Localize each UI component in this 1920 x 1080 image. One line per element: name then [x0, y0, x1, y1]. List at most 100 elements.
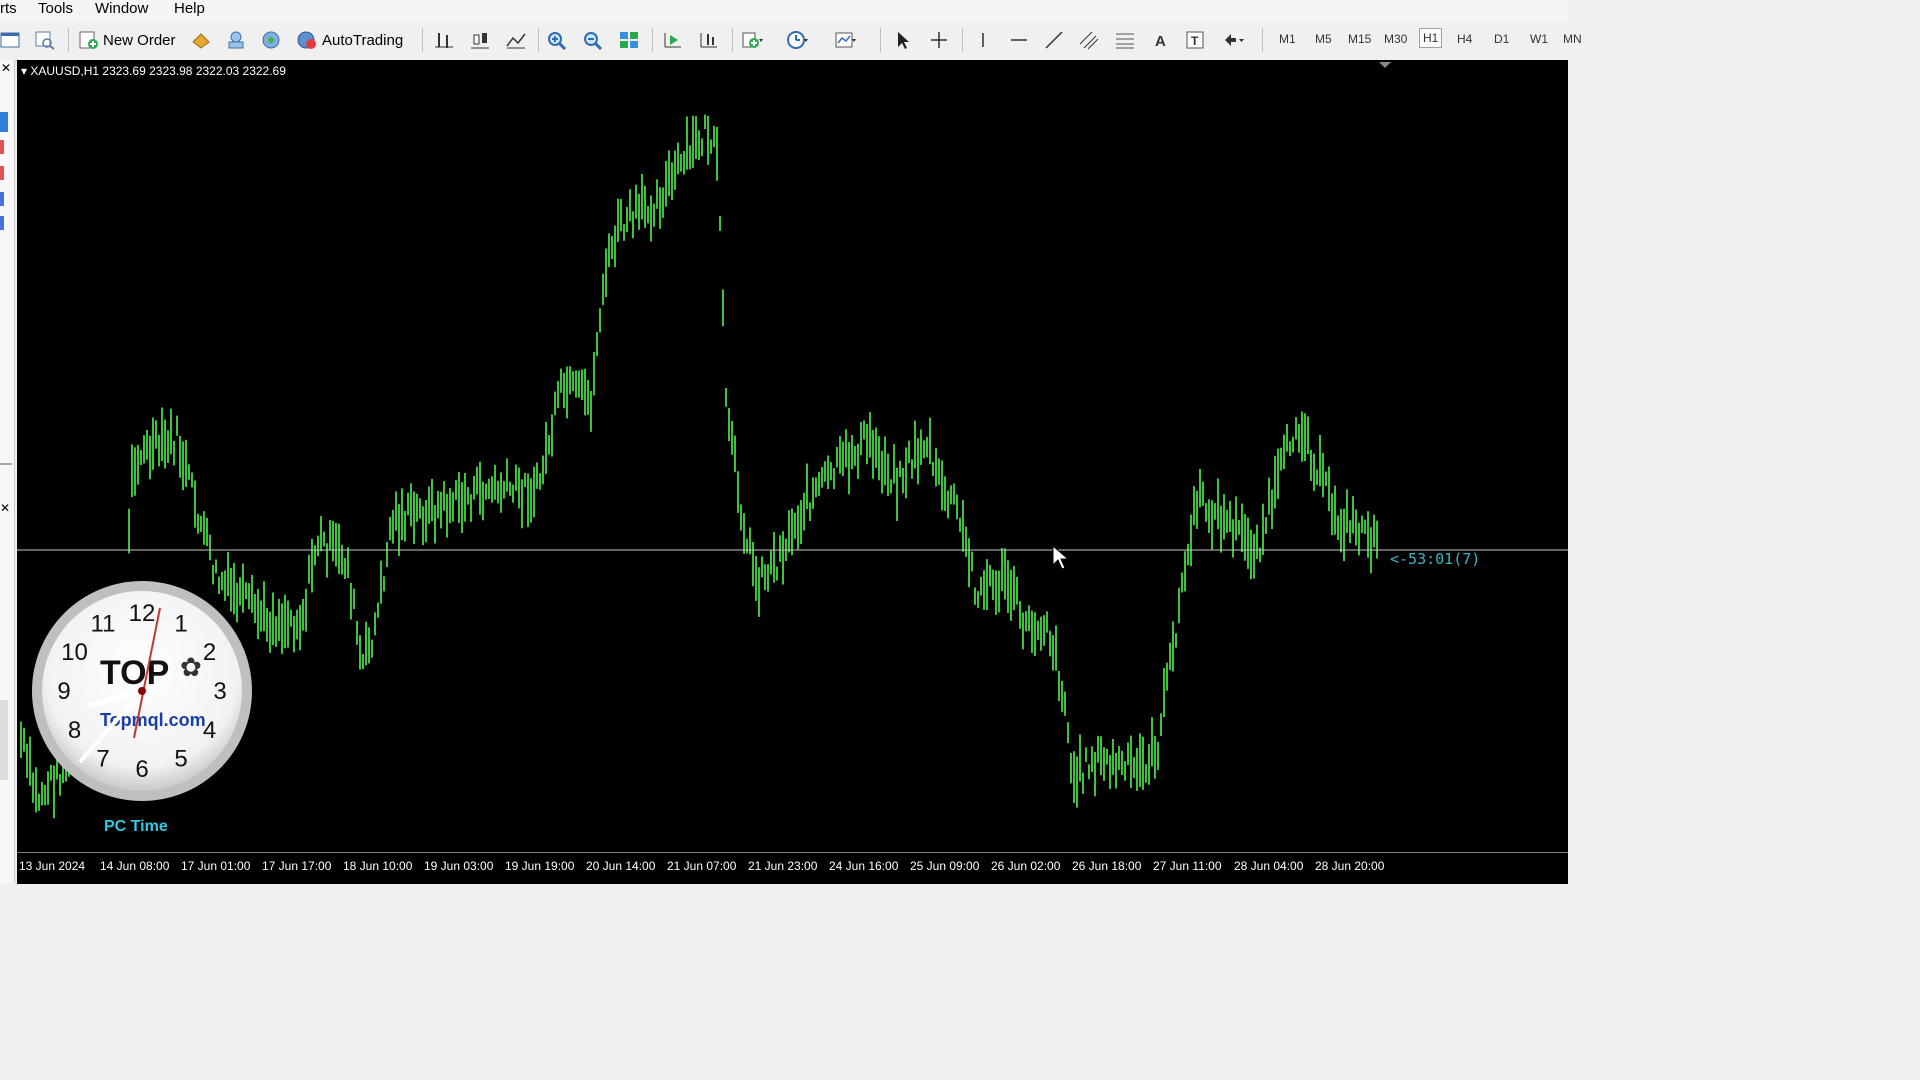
- clock-number: 3: [213, 678, 226, 705]
- timeframe-m15[interactable]: M15: [1348, 32, 1371, 46]
- tile-windows-icon[interactable]: [618, 30, 640, 50]
- chart-shift-marker-icon[interactable]: [1379, 62, 1391, 68]
- timeframe-w1[interactable]: W1: [1530, 32, 1548, 46]
- time-axis-label: 21 Jun 07:00: [667, 859, 737, 873]
- text-label-icon[interactable]: T: [1185, 30, 1207, 50]
- bar-chart-icon[interactable]: [433, 30, 455, 50]
- timeframe-h4[interactable]: H4: [1457, 32, 1472, 46]
- toolbar-separator: [538, 28, 539, 52]
- menu-charts[interactable]: rts: [0, 0, 17, 18]
- timeframe-h1[interactable]: H1: [1419, 28, 1443, 48]
- fibonacci-icon[interactable]: [1114, 30, 1136, 50]
- market-watch-panel-edge[interactable]: ✕ ✕: [0, 60, 15, 883]
- toolbar-separator: [880, 28, 881, 52]
- horizontal-line-icon[interactable]: [1008, 30, 1030, 50]
- panel-edge-markers: ✕ ✕: [0, 61, 12, 780]
- time-axis-label: 21 Jun 23:00: [748, 859, 818, 873]
- time-axis-label: 27 Jun 11:00: [1153, 859, 1222, 873]
- clock-number: 11: [91, 611, 116, 638]
- vertical-line-icon[interactable]: [972, 30, 994, 50]
- timeframe-m30[interactable]: M30: [1384, 32, 1407, 46]
- templates-icon[interactable]: [834, 30, 856, 50]
- clock-number: 7: [96, 746, 109, 773]
- equidistant-channel-icon[interactable]: [1078, 30, 1100, 50]
- profiles-icon[interactable]: [34, 30, 56, 50]
- toolbar-separator: [422, 28, 423, 52]
- flower-icon: ✿: [180, 652, 202, 682]
- svg-text:A: A: [1155, 33, 1166, 50]
- pc-time-label: PC Time: [104, 818, 168, 835]
- autotrading-label: AutoTrading: [322, 31, 404, 49]
- toolbar-separator: [68, 28, 69, 52]
- clock-logo: TOP: [100, 654, 169, 692]
- zoom-in-icon[interactable]: [546, 30, 568, 50]
- terminal-icon[interactable]: [260, 30, 282, 50]
- candle-timer-label: <-53:01(7): [1390, 550, 1481, 568]
- timeframe-d1[interactable]: D1: [1494, 32, 1509, 46]
- candlestick-icon[interactable]: [469, 30, 491, 50]
- line-chart-icon[interactable]: [505, 30, 527, 50]
- zoom-out-icon[interactable]: [582, 30, 604, 50]
- time-axis-label: 19 Jun 19:00: [505, 859, 575, 873]
- chart-menu-triangle-icon[interactable]: ▾: [21, 64, 27, 78]
- clock-number: 10: [61, 639, 88, 666]
- clock-number: 12: [129, 600, 156, 627]
- toolbar-separator: [962, 28, 963, 52]
- time-axis-label: 25 Jun 09:00: [910, 859, 980, 873]
- clock-number: 6: [135, 756, 148, 783]
- periods-icon[interactable]: [786, 30, 808, 50]
- timeframe-m5[interactable]: M5: [1315, 32, 1332, 46]
- svg-text:✕: ✕: [1, 61, 11, 75]
- new-order-label: New Order: [103, 31, 176, 49]
- chart-shift-icon[interactable]: [698, 30, 720, 50]
- timeframe-mn[interactable]: MN: [1563, 32, 1582, 46]
- autotrading-button[interactable]: AutoTrading: [296, 28, 403, 52]
- toolbar-separator: [652, 28, 653, 52]
- clock-number: 2: [203, 639, 216, 666]
- time-axis-label: 28 Jun 20:00: [1315, 859, 1385, 873]
- time-axis-label: 26 Jun 02:00: [991, 859, 1061, 873]
- time-axis-label: 18 Jun 10:00: [343, 859, 413, 873]
- clock-number: 9: [57, 678, 70, 705]
- time-axis-label: 14 Jun 08:00: [100, 859, 170, 873]
- menu-window[interactable]: Window: [95, 0, 148, 18]
- time-axis-label: 26 Jun 18:00: [1072, 859, 1142, 873]
- new-order-button[interactable]: New Order: [78, 28, 176, 52]
- chart-symbol-info: ▾ XAUUSD,H1 2323.69 2323.98 2322.03 2322…: [21, 64, 286, 78]
- timeframe-m1[interactable]: M1: [1279, 32, 1296, 46]
- symbol-info-text: XAUUSD,H1 2323.69 2323.98 2322.03 2322.6…: [30, 64, 286, 78]
- crosshair-icon[interactable]: [928, 30, 950, 50]
- clock-number: 8: [68, 717, 81, 744]
- trendline-icon[interactable]: [1043, 30, 1065, 50]
- time-axis-label: 24 Jun 16:00: [829, 859, 899, 873]
- navigator-icon[interactable]: [225, 30, 247, 50]
- auto-scroll-icon[interactable]: [662, 30, 684, 50]
- time-axis-label: 20 Jun 14:00: [586, 859, 656, 873]
- clock-widget: 12 1234567891011 TOP ✿ Topmql.com: [32, 581, 252, 801]
- clock-number: 1: [174, 611, 187, 638]
- time-axis-label: 28 Jun 04:00: [1234, 859, 1304, 873]
- time-axis-label: 17 Jun 17:00: [262, 859, 332, 873]
- text-icon[interactable]: A: [1150, 30, 1172, 50]
- time-axis-label: 17 Jun 01:00: [181, 859, 251, 873]
- arrows-icon[interactable]: [1222, 30, 1244, 50]
- clock-number: 5: [174, 746, 187, 773]
- menu-tools[interactable]: Tools: [38, 0, 73, 18]
- menu-bar: rts Tools Window Help: [0, 0, 1568, 20]
- new-chart-icon[interactable]: [0, 30, 22, 50]
- toolbar-separator: [732, 28, 733, 52]
- menu-help[interactable]: Help: [174, 0, 205, 18]
- clock-center: [138, 687, 146, 695]
- time-axis-label: 13 Jun 2024: [19, 859, 86, 873]
- time-axis-label: 19 Jun 03:00: [424, 859, 494, 873]
- svg-text:✕: ✕: [0, 501, 10, 515]
- svg-text:T: T: [1191, 34, 1199, 48]
- indicators-icon[interactable]: [741, 30, 763, 50]
- new-order-icon: [79, 31, 98, 49]
- cursor-icon[interactable]: [892, 30, 914, 50]
- time-axis: 13 Jun 2024 14 Jun 08:00 17 Jun 01:00 17 Ju…: [17, 852, 1568, 884]
- market-watch-icon[interactable]: [190, 30, 212, 50]
- autotrading-icon: [297, 31, 316, 49]
- toolbar: New Order AutoTrading A T M1 M5 M15 M30 …: [0, 20, 1582, 61]
- toolbar-separator: [1262, 28, 1263, 52]
